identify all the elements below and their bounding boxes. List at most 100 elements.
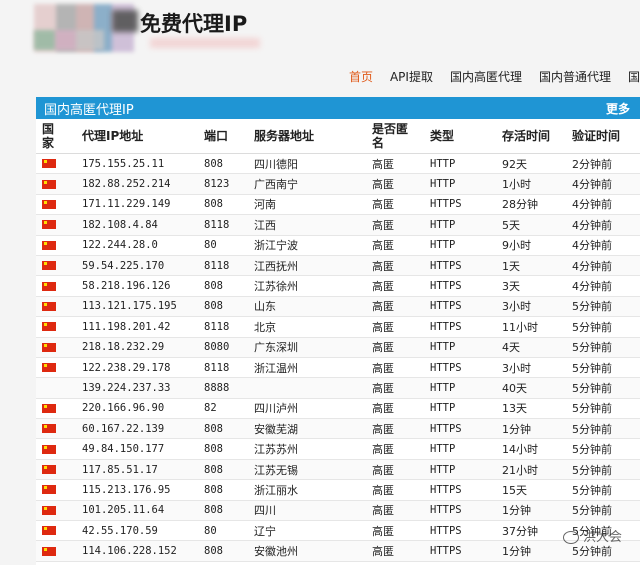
nav-more-truncated[interactable]: 国 [628, 68, 640, 88]
china-flag-icon [42, 424, 56, 434]
table-row: 182.88.252.214 8123 广西南宁 高匿 HTTP 1小时 4分钟前 [36, 173, 640, 195]
ip-cell: 111.198.201.42 [76, 316, 198, 338]
title-mask [112, 10, 138, 32]
country-cell [36, 418, 76, 440]
alive-cell: 13天 [496, 398, 566, 420]
table-row: 114.106.228.152 808 安徽池州 高匿 HTTPS 1分钟 5分钟前 [36, 540, 640, 562]
alive-cell: 1分钟 [496, 500, 566, 522]
alive-cell: 21小时 [496, 459, 566, 481]
table-row: 220.166.96.90 82 四川泸州 高匿 HTTP 13天 5分钟前 [36, 398, 640, 420]
col-verified: 验证时间 [566, 119, 640, 154]
country-cell [36, 520, 76, 542]
location-cell: 山东 [248, 296, 366, 318]
type-cell: HTTPS [424, 357, 496, 379]
col-anon: 是否匿名 [366, 119, 424, 154]
table-row: 122.244.28.0 80 浙江宁波 高匿 HTTP 9小时 4分钟前 [36, 235, 640, 256]
ip-cell: 115.213.176.95 [76, 479, 198, 501]
alive-cell: 1小时 [496, 173, 566, 195]
type-cell: HTTPS [424, 255, 496, 277]
china-flag-icon [42, 485, 56, 495]
port-cell: 808 [198, 479, 248, 501]
table-row: 101.205.11.64 808 四川 高匿 HTTPS 1分钟 5分钟前 [36, 500, 640, 522]
china-flag-icon [42, 179, 56, 189]
verified-cell: 5分钟前 [566, 296, 640, 318]
location-cell: 辽宁 [248, 520, 366, 542]
port-cell: 80 [198, 235, 248, 256]
table-row: 182.108.4.84 8118 江西 高匿 HTTP 5天 4分钟前 [36, 214, 640, 236]
table-row: 60.167.22.139 808 安徽芜湖 高匿 HTTPS 1分钟 5分钟前 [36, 418, 640, 440]
table-row: 117.85.51.17 808 江苏无锡 高匿 HTTP 21小时 5分钟前 [36, 459, 640, 481]
type-cell: HTTP [424, 337, 496, 358]
site-header: 免费代理IP 首页 API提取 国内高匿代理 国内普通代理 国 [0, 0, 640, 96]
anonymity-cell: 高匿 [366, 255, 424, 277]
ip-cell: 182.88.252.214 [76, 173, 198, 195]
nav-api[interactable]: API提取 [390, 68, 433, 88]
country-cell [36, 316, 76, 338]
location-cell: 江西 [248, 214, 366, 236]
verified-cell: 5分钟前 [566, 479, 640, 501]
port-cell: 808 [198, 540, 248, 562]
china-flag-icon [42, 220, 56, 230]
ip-cell: 220.166.96.90 [76, 398, 198, 420]
nav-domestic-normal[interactable]: 国内普通代理 [539, 68, 611, 88]
type-cell: HTTPS [424, 194, 496, 216]
verified-cell: 5分钟前 [566, 377, 640, 399]
location-cell: 四川德阳 [248, 153, 366, 175]
col-type: 类型 [424, 119, 496, 154]
more-link[interactable]: 更多 [606, 100, 630, 117]
type-cell: HTTP [424, 153, 496, 175]
china-flag-icon [42, 261, 56, 271]
anonymity-cell: 高匿 [366, 398, 424, 420]
ip-cell: 182.108.4.84 [76, 214, 198, 236]
alive-cell: 5天 [496, 214, 566, 236]
country-cell [36, 479, 76, 501]
port-cell: 808 [198, 418, 248, 440]
country-cell [36, 459, 76, 481]
ip-cell: 175.155.25.11 [76, 153, 198, 175]
type-cell: HTTPS [424, 296, 496, 318]
table-row: 49.84.150.177 808 江苏苏州 高匿 HTTP 14小时 5分钟前 [36, 438, 640, 460]
china-flag-icon [42, 546, 56, 556]
china-flag-icon [42, 199, 56, 209]
alive-cell: 15天 [496, 479, 566, 501]
table-header-row: 国家 代理IP地址 端口 服务器地址 是否匿名 类型 存活时间 验证时间 [36, 119, 640, 154]
verified-cell: 5分钟前 [566, 337, 640, 358]
type-cell: HTTPS [424, 479, 496, 501]
ip-cell: 49.84.150.177 [76, 438, 198, 460]
location-cell: 安徽池州 [248, 540, 366, 562]
verified-cell: 4分钟前 [566, 275, 640, 297]
type-cell: HTTP [424, 459, 496, 481]
anonymity-cell: 高匿 [366, 418, 424, 440]
type-cell: HTTP [424, 214, 496, 236]
nav-home[interactable]: 首页 [349, 68, 373, 88]
panel-header: 国内高匿代理IP 更多 [36, 97, 640, 119]
country-cell [36, 214, 76, 236]
anonymity-cell: 高匿 [366, 173, 424, 195]
ip-cell: 59.54.225.170 [76, 255, 198, 277]
anonymity-cell: 高匿 [366, 296, 424, 318]
type-cell: HTTPS [424, 316, 496, 338]
panel-title: 国内高匿代理IP [44, 102, 134, 118]
port-cell: 808 [198, 153, 248, 175]
verified-cell: 5分钟前 [566, 438, 640, 460]
location-cell: 浙江温州 [248, 357, 366, 379]
wechat-icon [562, 531, 579, 544]
nav-domestic-elite[interactable]: 国内高匿代理 [450, 68, 522, 88]
table-row: 115.213.176.95 808 浙江丽水 高匿 HTTPS 15天 5分钟前 [36, 479, 640, 501]
table-row: 139.224.237.33 8888 高匿 HTTP 40天 5分钟前 [36, 377, 640, 399]
verified-cell: 4分钟前 [566, 235, 640, 256]
port-cell: 808 [198, 438, 248, 460]
china-flag-icon [42, 403, 56, 413]
alive-cell: 3天 [496, 275, 566, 297]
china-flag-icon [42, 159, 56, 169]
verified-cell: 5分钟前 [566, 459, 640, 481]
ip-cell: 42.55.170.59 [76, 520, 198, 542]
col-ip: 代理IP地址 [76, 119, 198, 154]
table-row: 218.18.232.29 8080 广东深圳 高匿 HTTP 4天 5分钟前 [36, 337, 640, 358]
anonymity-cell: 高匿 [366, 459, 424, 481]
anonymity-cell: 高匿 [366, 540, 424, 562]
type-cell: HTTPS [424, 418, 496, 440]
location-cell: 江西抚州 [248, 255, 366, 277]
table-row: 122.238.29.178 8118 浙江温州 高匿 HTTPS 3小时 5分钟前 [36, 357, 640, 379]
table-row: 111.198.201.42 8118 北京 高匿 HTTPS 11小时 5分钟前 [36, 316, 640, 338]
